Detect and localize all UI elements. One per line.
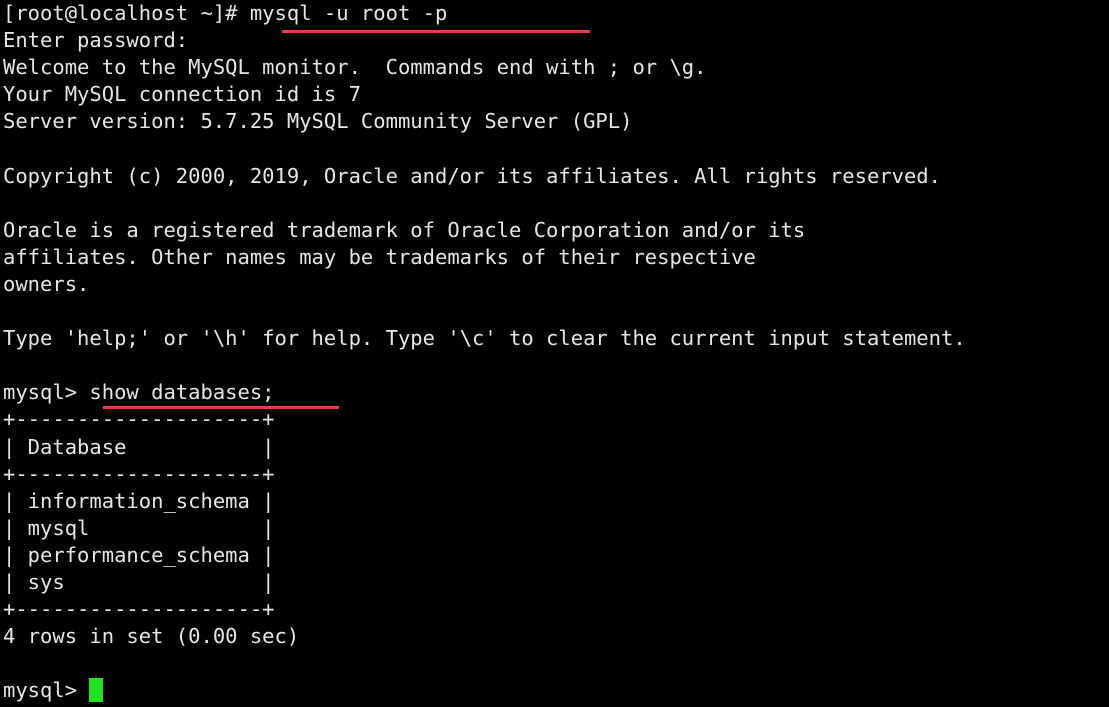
table-row: | information_schema | — [3, 488, 275, 513]
command-highlight-underline — [282, 30, 590, 33]
active-prompt-line[interactable]: mysql> — [3, 677, 1109, 704]
table-header-row: | Database | — [3, 434, 275, 459]
welcome-line: Welcome to the MySQL monitor. Commands e… — [3, 55, 707, 80]
terminal-window[interactable]: [root@localhost ~]# mysql -u root -p Ent… — [0, 0, 1109, 707]
help-hint-line: Type 'help;' or '\h' for help. Type '\c'… — [3, 326, 966, 351]
query-highlight-underline — [103, 406, 339, 409]
mysql-prompt-query-line: mysql> show databases; — [3, 380, 275, 405]
table-row: | mysql | — [3, 515, 275, 540]
table-top-border: +--------------------+ — [3, 407, 275, 432]
table-header-separator: +--------------------+ — [3, 461, 275, 486]
connection-id-line: Your MySQL connection id is 7 — [3, 82, 361, 107]
copyright-line: Copyright (c) 2000, 2019, Oracle and/or … — [3, 163, 941, 188]
mysql-prompt-label: mysql> — [3, 678, 90, 703]
rows-summary-line: 4 rows in set (0.00 sec) — [3, 624, 300, 649]
server-version-line: Server version: 5.7.25 MySQL Community S… — [3, 109, 633, 134]
trademark-line-1: Oracle is a registered trademark of Orac… — [3, 217, 806, 242]
shell-prompt-line: [root@localhost ~]# mysql -u root -p — [3, 1, 448, 25]
table-bottom-border: +--------------------+ — [3, 597, 275, 622]
trademark-line-2: affiliates. Other names may be trademark… — [3, 244, 756, 269]
terminal-screen[interactable]: [root@localhost ~]# mysql -u root -p Ent… — [3, 0, 1109, 704]
table-row: | performance_schema | — [3, 542, 275, 567]
block-cursor — [89, 678, 104, 703]
trademark-line-3: owners. — [3, 271, 90, 296]
table-row: | sys | — [3, 569, 275, 594]
